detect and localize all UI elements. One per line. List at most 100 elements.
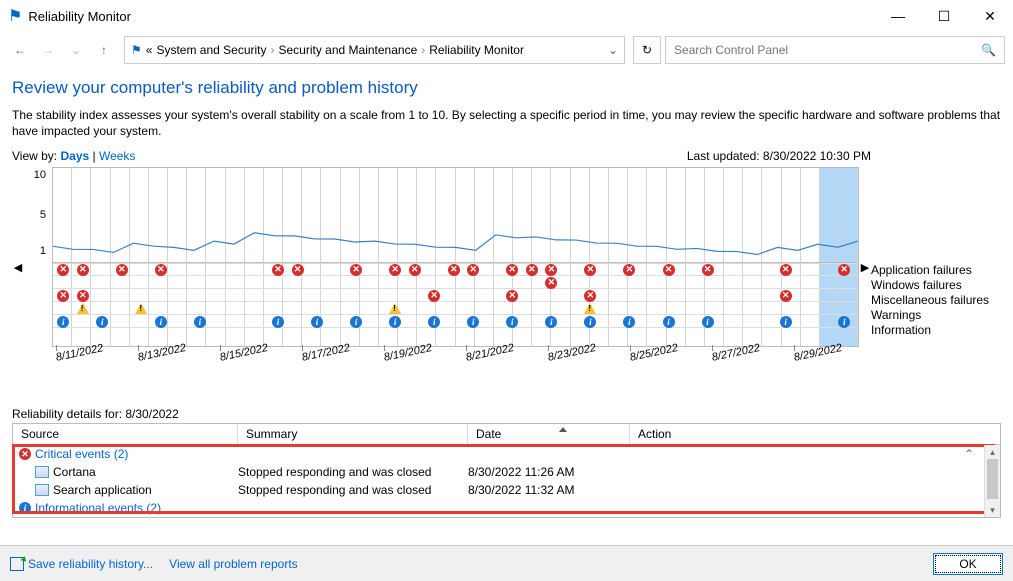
chart-scroll-left[interactable]: ◀: [12, 167, 24, 367]
info-icon[interactable]: i: [545, 315, 558, 328]
warning-icon[interactable]: [135, 302, 148, 315]
breadcrumb-prefix: «: [146, 43, 153, 57]
error-icon[interactable]: ✕: [584, 263, 597, 276]
info-icon[interactable]: i: [311, 315, 324, 328]
info-icon[interactable]: i: [96, 315, 109, 328]
save-history-link[interactable]: Save reliability history...: [10, 557, 153, 571]
app-icon: [35, 484, 49, 496]
error-icon[interactable]: ✕: [584, 289, 597, 302]
up-button[interactable]: ↑: [92, 38, 116, 62]
error-icon[interactable]: ✕: [428, 289, 441, 302]
error-icon[interactable]: ✕: [701, 263, 714, 276]
error-icon[interactable]: ✕: [545, 263, 558, 276]
error-icon[interactable]: ✕: [76, 289, 89, 302]
warning-icon[interactable]: [389, 302, 402, 315]
info-icon[interactable]: i: [350, 315, 363, 328]
refresh-button[interactable]: ↻: [633, 36, 661, 64]
warning-icon[interactable]: [584, 302, 597, 315]
error-icon[interactable]: ✕: [57, 263, 70, 276]
group-informational[interactable]: i Informational events (2): [13, 499, 1000, 517]
breadcrumb[interactable]: System and Security: [156, 43, 266, 57]
error-icon[interactable]: ✕: [291, 263, 304, 276]
error-icon[interactable]: ✕: [57, 289, 70, 302]
error-icon[interactable]: ✕: [408, 263, 421, 276]
error-icon[interactable]: ✕: [662, 263, 675, 276]
table-header[interactable]: Source Summary Date Action: [13, 424, 1000, 445]
error-icon[interactable]: ✕: [154, 263, 167, 276]
error-icon[interactable]: ✕: [350, 263, 363, 276]
error-icon[interactable]: ✕: [525, 263, 538, 276]
legend-item: Warnings: [871, 308, 1001, 323]
maximize-button[interactable]: ☐: [921, 0, 967, 32]
scroll-down-icon[interactable]: ▾: [985, 503, 1000, 517]
minimize-button[interactable]: —: [875, 0, 921, 32]
address-dropdown[interactable]: ⌄: [608, 43, 618, 57]
info-icon[interactable]: i: [57, 315, 70, 328]
group-critical[interactable]: ✕ Critical events (2) ⌃: [13, 445, 1000, 463]
error-icon[interactable]: ✕: [838, 263, 851, 276]
info-icon[interactable]: i: [838, 315, 851, 328]
error-icon[interactable]: ✕: [76, 263, 89, 276]
info-icon[interactable]: i: [584, 315, 597, 328]
error-icon[interactable]: ✕: [506, 289, 519, 302]
error-icon[interactable]: ✕: [779, 289, 792, 302]
error-icon[interactable]: ✕: [447, 263, 460, 276]
legend-item: Application failures: [871, 263, 1001, 278]
page-description: The stability index assesses your system…: [12, 108, 1001, 139]
back-button[interactable]: ←: [8, 38, 32, 62]
info-icon[interactable]: i: [623, 315, 636, 328]
error-icon: ✕: [19, 448, 31, 460]
error-icon[interactable]: ✕: [545, 276, 558, 289]
info-icon[interactable]: i: [154, 315, 167, 328]
info-icon[interactable]: i: [662, 315, 675, 328]
breadcrumb[interactable]: Security and Maintenance: [279, 43, 418, 57]
y-tick: 10: [34, 169, 46, 181]
info-icon[interactable]: i: [701, 315, 714, 328]
col-date[interactable]: Date: [468, 424, 630, 444]
col-action[interactable]: Action: [630, 424, 1000, 444]
scroll-thumb[interactable]: [987, 459, 998, 499]
info-icon[interactable]: i: [506, 315, 519, 328]
col-summary[interactable]: Summary: [238, 424, 468, 444]
reliability-chart[interactable]: 10 5 1 ✕✕✕✕✕✕✕✕✕✕✕✕✕✕✕✕✕✕✕✕✕✕✕✕✕✕✕iiiiii…: [24, 167, 859, 367]
view-by-label: View by:: [12, 149, 57, 163]
search-input[interactable]: [674, 43, 981, 57]
warning-icon[interactable]: [76, 302, 89, 315]
close-button[interactable]: ✕: [967, 0, 1013, 32]
info-icon[interactable]: i: [272, 315, 285, 328]
error-icon[interactable]: ✕: [623, 263, 636, 276]
info-icon[interactable]: i: [389, 315, 402, 328]
chart-scroll-right[interactable]: ▶: [859, 167, 871, 367]
view-weeks-link[interactable]: Weeks: [99, 149, 135, 163]
error-icon[interactable]: ✕: [389, 263, 402, 276]
info-icon[interactable]: i: [193, 315, 206, 328]
page-title: Review your computer's reliability and p…: [12, 78, 1001, 98]
scroll-up-icon[interactable]: ▴: [985, 445, 1000, 459]
col-source[interactable]: Source: [13, 424, 238, 444]
error-icon[interactable]: ✕: [506, 263, 519, 276]
info-icon[interactable]: i: [467, 315, 480, 328]
view-days-link[interactable]: Days: [60, 149, 89, 163]
search-icon[interactable]: 🔍: [981, 43, 996, 57]
address-bar[interactable]: ⚑ « System and Security › Security and M…: [124, 36, 625, 64]
save-icon: [10, 557, 24, 571]
table-row[interactable]: Cortana Stopped responding and was close…: [13, 463, 1000, 481]
table-row[interactable]: Search application Stopped responding an…: [13, 481, 1000, 499]
last-updated: Last updated: 8/30/2022 10:30 PM: [687, 149, 871, 163]
info-icon[interactable]: i: [428, 315, 441, 328]
scrollbar[interactable]: ▴ ▾: [984, 445, 1000, 517]
breadcrumb[interactable]: Reliability Monitor: [429, 43, 524, 57]
chevron-right-icon: ›: [271, 43, 275, 57]
error-icon[interactable]: ✕: [779, 263, 792, 276]
error-icon[interactable]: ✕: [467, 263, 480, 276]
footer: Save reliability history... View all pro…: [0, 545, 1013, 581]
flag-icon: ⚑: [131, 43, 142, 57]
error-icon[interactable]: ✕: [115, 263, 128, 276]
forward-button[interactable]: →: [36, 38, 60, 62]
info-icon[interactable]: i: [779, 315, 792, 328]
error-icon[interactable]: ✕: [272, 263, 285, 276]
ok-button[interactable]: OK: [933, 553, 1003, 575]
view-reports-link[interactable]: View all problem reports: [169, 557, 298, 571]
search-box[interactable]: 🔍: [665, 36, 1005, 64]
recent-dropdown[interactable]: ⌄: [64, 38, 88, 62]
